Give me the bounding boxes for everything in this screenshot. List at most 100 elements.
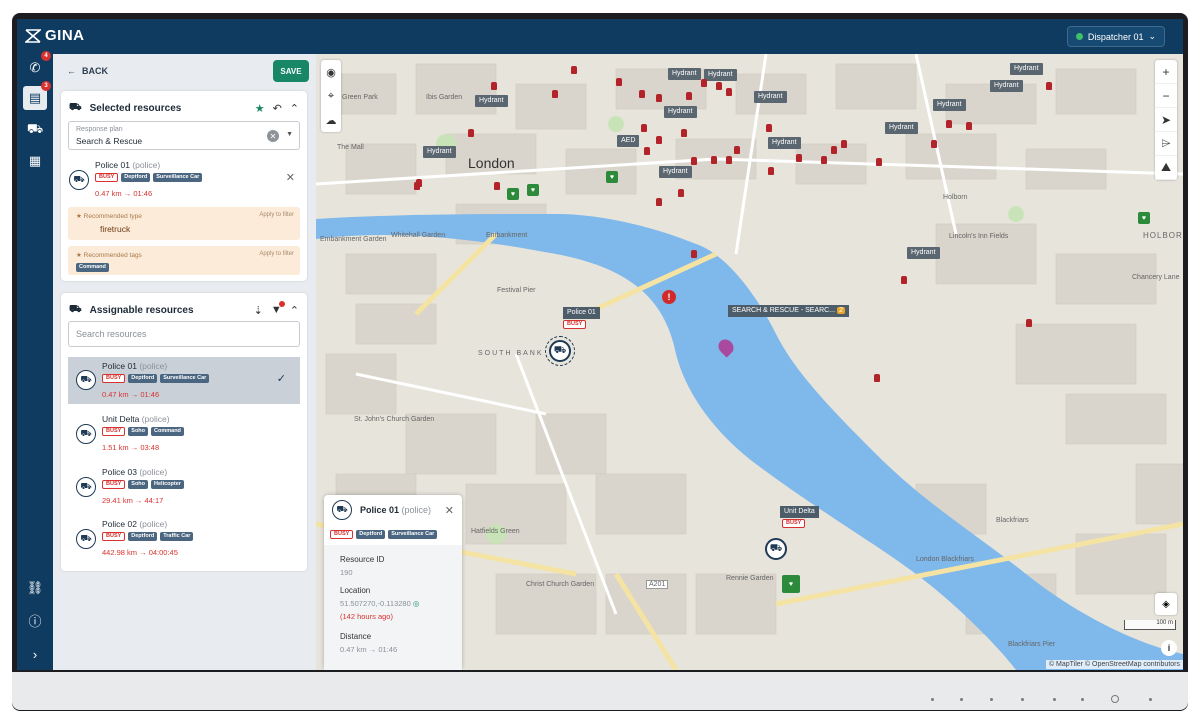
map-label: The Mall xyxy=(337,144,364,151)
layers-button[interactable]: ◈ xyxy=(1155,593,1177,615)
resource-distance: 0.47 km → 01:46 xyxy=(95,189,153,198)
resource-popup: ⛟ Police 01 (police) ✕ BUSY Deptford Sur… xyxy=(324,495,462,670)
hydrant-label[interactable]: Hydrant xyxy=(933,99,966,111)
aed-icon[interactable]: ♥ xyxy=(507,188,519,200)
aed-icon[interactable]: ♥ xyxy=(606,171,618,183)
map-info-button[interactable]: i xyxy=(1161,640,1177,656)
filter-icon[interactable]: ▼ xyxy=(271,301,285,316)
save-button[interactable]: SAVE xyxy=(273,60,309,82)
map-left-controls: ◉ ⌖ ☁ xyxy=(321,60,341,132)
gina-logo-icon xyxy=(25,28,41,43)
remove-resource-button[interactable]: ✕ xyxy=(286,171,295,184)
caret-down-icon[interactable]: ▼ xyxy=(286,131,293,138)
resource-tags: BUSY Deptford Traffic Car xyxy=(102,532,194,541)
layers-icon: ◈ xyxy=(1162,598,1170,610)
dispatcher-dropdown[interactable]: Dispatcher 01 ⌄ xyxy=(1066,26,1165,47)
car-icon: ⛟ xyxy=(26,121,44,136)
list-item[interactable]: ⛟ Police 01 (police) BUSY Deptford Surveil… xyxy=(68,357,300,404)
unit-marker-delta[interactable]: ⛟ xyxy=(765,538,787,560)
hydrant-label[interactable]: Hydrant xyxy=(659,166,692,178)
hydrant-label[interactable]: Hydrant xyxy=(907,247,940,259)
map-label: Green Park xyxy=(342,94,378,101)
hydrant-label[interactable]: Hydrant xyxy=(664,106,697,118)
aed-icon[interactable]: ♥ xyxy=(782,575,800,593)
hydrant-label[interactable]: Hydrant xyxy=(885,122,918,134)
zoom-in-button[interactable]: + xyxy=(1155,60,1177,84)
terrain-icon[interactable]: ⛰ xyxy=(1155,156,1177,180)
map-label: Holborn xyxy=(943,194,968,201)
map-label: Blackfriars xyxy=(996,517,1029,524)
power-icon[interactable] xyxy=(1111,695,1119,703)
zoom-out-button[interactable]: − xyxy=(1155,84,1177,108)
monitor-bezel xyxy=(12,672,1188,710)
cloud-upload-icon[interactable]: ☁ xyxy=(321,108,341,132)
unit-label-police01[interactable]: Police 01 xyxy=(563,307,600,319)
rail-dashboard[interactable]: ▦ xyxy=(23,149,47,173)
apply-type-filter-link[interactable]: Apply to filter xyxy=(259,212,294,218)
map-label: Whitehall Garden xyxy=(391,232,446,239)
search-resources-input[interactable]: Search resources xyxy=(68,321,300,347)
back-button[interactable]: ← BACK xyxy=(67,66,108,76)
close-icon[interactable]: ✕ xyxy=(445,504,454,517)
unit-marker-police01[interactable]: ⛟ xyxy=(545,336,575,366)
resource-name: Police 02 (police) xyxy=(102,519,168,529)
recommended-type-label: ★ Recommended type xyxy=(76,213,142,220)
map-label: SOUTH BANK xyxy=(478,350,544,357)
hydrant-label[interactable]: Hydrant xyxy=(668,68,701,80)
selected-resource-item[interactable]: ⛟ Police 01 (police) BUSY Deptford Surve… xyxy=(61,156,307,208)
list-icon: ▤ xyxy=(28,90,42,105)
chevron-up-icon[interactable]: ⌃ xyxy=(290,102,299,115)
incident-label[interactable]: SEARCH & RESCUE - SEARC... 2 xyxy=(728,305,849,317)
type-tag: Surveillance Car xyxy=(388,530,438,539)
rail-info[interactable]: ⓘ xyxy=(23,608,47,632)
hydrant-label[interactable]: Hydrant xyxy=(768,137,801,149)
rail-calls[interactable]: ✆ 4 xyxy=(23,51,51,80)
area-tag: Deptford xyxy=(121,173,151,182)
chevron-up-icon[interactable]: ⌃ xyxy=(290,304,299,317)
aed-icon[interactable]: ♥ xyxy=(527,184,539,196)
location-pin-icon[interactable]: ⌖ xyxy=(321,84,341,108)
unit-status-badge: BUSY xyxy=(782,519,806,528)
resource-name: Police 01 (police) xyxy=(102,361,168,371)
rail-vehicles[interactable]: ⛟ xyxy=(23,118,47,142)
hydrant-label[interactable]: Hydrant xyxy=(704,69,737,81)
map-label: Embankment Garden xyxy=(320,236,387,243)
info-icon: ⓘ xyxy=(28,613,42,629)
list-item[interactable]: ⛟ Police 03 (police) BUSY Soho Helicopter … xyxy=(68,463,314,515)
hydrant-label[interactable]: Hydrant xyxy=(754,91,787,103)
distance-value: 0.47 km → 01:46 xyxy=(340,645,398,654)
list-item[interactable]: ⛟ Police 02 (police) BUSY Deptford Traffic… xyxy=(68,515,314,567)
assignable-resources-card: ⛟ Assignable resources ⇣ ▼ ⌃ Search reso… xyxy=(61,293,307,571)
navigate-icon[interactable]: ⌲ xyxy=(1155,132,1177,156)
compass-icon[interactable]: ➤ xyxy=(1155,108,1177,132)
aed-icon[interactable]: ♥ xyxy=(1138,212,1150,224)
eye-icon[interactable]: ◉ xyxy=(321,60,341,84)
rail-incidents[interactable]: ▤ 3 xyxy=(23,81,51,110)
map-label: Embankment xyxy=(486,232,528,239)
aed-label[interactable]: AED xyxy=(617,135,640,147)
unit-label-delta[interactable]: Unit Delta xyxy=(780,506,819,518)
list-item[interactable]: ⛟ Unit Delta (police) BUSY Soho Command 1.… xyxy=(68,410,314,462)
hydrant-label[interactable]: Hydrant xyxy=(1010,63,1043,75)
rail-link[interactable]: ⛓ xyxy=(23,576,47,600)
online-status-icon xyxy=(1075,33,1083,40)
incident-alert-icon[interactable]: ! xyxy=(662,290,676,304)
resource-distance: 29.41 km → 44:17 xyxy=(102,496,164,505)
popup-header: ⛟ Police 01 (police) ✕ xyxy=(332,500,454,520)
sort-icon[interactable]: ⇣ xyxy=(254,304,263,317)
locate-icon[interactable]: ◎ xyxy=(413,599,420,608)
clear-icon[interactable]: ✕ xyxy=(267,130,279,142)
response-plan-select[interactable]: Response plan Search & Rescue ✕ ▼ xyxy=(68,121,300,150)
map-city-label: London xyxy=(468,155,515,171)
app-screen: GINA Dispatcher 01 ⌄ ✆ 4 ▤ 3 ⛟ ▦ ⛓ ⓘ › ← B… xyxy=(17,19,1183,670)
popup-type: (police) xyxy=(401,505,432,515)
star-icon[interactable]: ★ xyxy=(255,102,265,115)
hydrant-label[interactable]: Hydrant xyxy=(990,80,1023,92)
hydrant-label[interactable]: Hydrant xyxy=(475,95,508,107)
map-label: Christ Church Garden xyxy=(526,581,595,588)
undo-icon[interactable]: ↶ xyxy=(273,102,282,115)
apply-tags-filter-link[interactable]: Apply to filter xyxy=(259,251,294,257)
rail-expand[interactable]: › xyxy=(23,642,47,666)
map-label: Ibis Garden xyxy=(426,94,463,101)
hydrant-label[interactable]: Hydrant xyxy=(423,146,456,158)
